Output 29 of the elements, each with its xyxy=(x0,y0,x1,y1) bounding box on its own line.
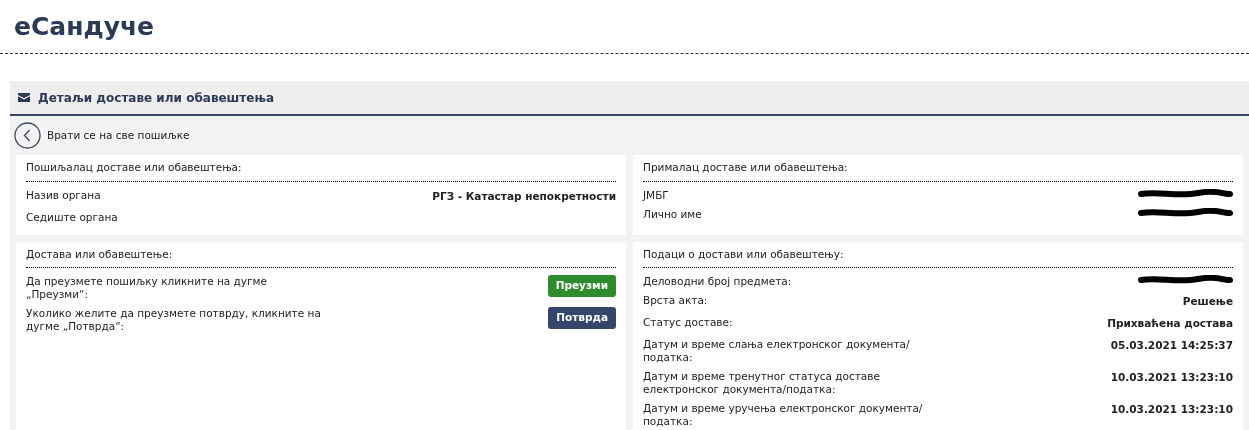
field-label: Назив органа xyxy=(26,188,102,202)
instruction-text: Да преузмете пошиљку кликните на дугме „Преузми“: xyxy=(26,275,268,302)
back-circle-icon[interactable] xyxy=(14,122,41,149)
field-value: 10.03.2021 13:23:10 xyxy=(1110,401,1233,417)
field-value: РГЗ - Катастар непокретности xyxy=(432,188,616,204)
action-button[interactable]: Потврда xyxy=(548,307,616,329)
section-title: Пошиљалац доставе или обавештења: xyxy=(26,155,616,182)
field-label: Деловодни број предмета: xyxy=(643,275,793,289)
section-title: Достава или обавештење: xyxy=(26,241,616,269)
envelope-icon xyxy=(18,93,30,102)
field-value: 05.03.2021 14:25:37 xyxy=(1110,337,1233,353)
instruction-text: Уколико желите да преузмете потврду, кликните на дугме „Потврда“: xyxy=(26,307,322,334)
action-button[interactable]: Преузми xyxy=(547,275,616,297)
field-value: Решење xyxy=(1182,294,1233,310)
page-title: еСандуче xyxy=(14,10,155,43)
section-title: Прималац доставе или обавештења: xyxy=(643,155,1233,182)
field-label: Статус доставе: xyxy=(643,316,734,329)
field-label: Врста акта: xyxy=(643,294,709,308)
panel-title: Детаљи доставе или обавештења xyxy=(38,89,274,107)
field-label: Датум и време тренутног статуса доставе електронског документа/податка: xyxy=(643,369,881,396)
field-value: Прихваћена достава xyxy=(1107,316,1233,331)
field-value: 10.03.2021 13:23:10 xyxy=(1110,369,1233,385)
back-link[interactable]: Врати се на све пошиљке xyxy=(47,127,190,144)
field-label: Лично име xyxy=(643,207,703,221)
field-label: Датум и време слања електронског документа/ податка: xyxy=(643,337,911,364)
field-label: ЈМБГ xyxy=(643,188,670,202)
section-title: Подаци о достави или обавештењу: xyxy=(643,241,1233,269)
field-label: Седиште органа xyxy=(26,210,119,224)
field-label: Датум и време уручења електронског документа/ податка: xyxy=(643,401,924,428)
